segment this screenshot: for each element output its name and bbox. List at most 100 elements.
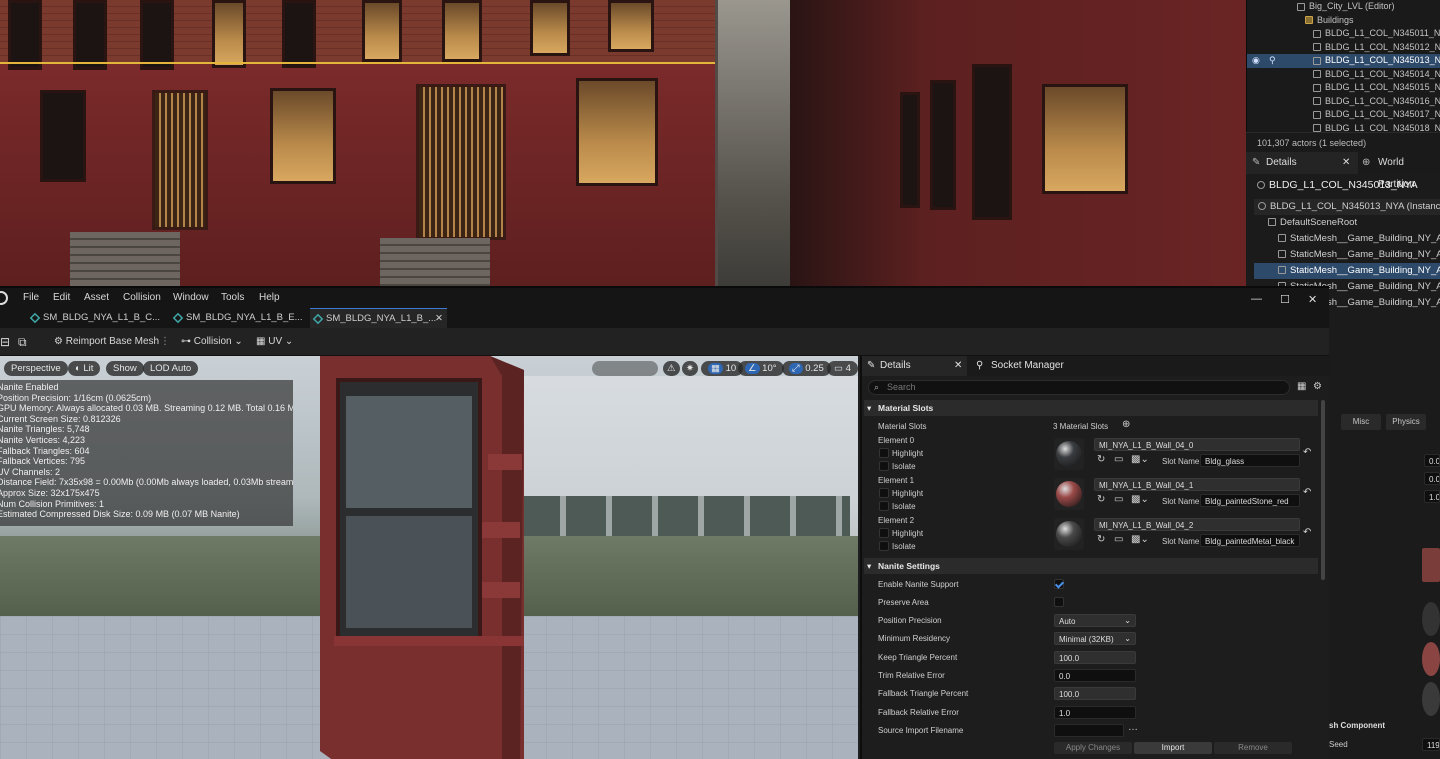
highlight-checkbox[interactable]	[879, 488, 889, 498]
position-precision-select[interactable]: Auto ⌄	[1054, 614, 1136, 627]
isolate-checkbox[interactable]	[879, 461, 889, 471]
value-field[interactable]: 1.0	[1424, 490, 1440, 503]
source-import-filename-field[interactable]	[1054, 724, 1124, 737]
coordinate-icon[interactable]: ✷	[682, 361, 698, 376]
lod-button[interactable]: LOD Auto	[143, 361, 199, 376]
preserve-area-checkbox[interactable]	[1054, 597, 1064, 607]
material-picker[interactable]: MI_NYA_L1_B_Wall_04_2	[1094, 518, 1300, 531]
maximize-icon[interactable]: ☐	[1280, 293, 1290, 306]
settings-gear-icon[interactable]: ⚙	[1313, 382, 1322, 392]
menu-collision[interactable]: Collision	[123, 288, 161, 308]
visibility-eye-icon[interactable]: ◉	[1252, 54, 1260, 68]
keep-triangle-percent-field[interactable]: 100.0	[1054, 651, 1136, 664]
tab-details[interactable]: ✎ Details ✕	[1246, 152, 1358, 174]
uv-button[interactable]: ▦ UV ⌄	[256, 332, 293, 352]
component-staticmesh[interactable]: StaticMesh__Game_Building_NY_A_	[1254, 231, 1440, 247]
section-nanite-settings[interactable]: ▾ Nanite Settings	[864, 558, 1318, 574]
browse-folder-icon[interactable]: ▭	[1114, 455, 1123, 465]
reset-arrow-icon[interactable]: ↶	[1303, 528, 1311, 538]
save-icon[interactable]: ⊟	[0, 332, 10, 352]
outliner-item[interactable]: BLDG_L1_COL_N345016_NY	[1247, 95, 1440, 109]
menu-edit[interactable]: Edit	[53, 288, 70, 308]
outliner-item-selected[interactable]: ◉ ⚲ BLDG_L1_COL_N345013_NY	[1247, 54, 1440, 68]
outliner-item[interactable]: BLDG_L1_COL_N345015_NY	[1247, 81, 1440, 95]
scale-snap[interactable]: ⤢ 0.25	[782, 361, 831, 376]
component-staticmesh[interactable]: StaticMesh__Game_Building_NY_A_	[1254, 247, 1440, 263]
outliner-item[interactable]: BLDG_L1_COL_N345012_NY	[1247, 41, 1440, 55]
more-options-icon[interactable]: ⋮	[160, 332, 170, 352]
material-thumbnail[interactable]	[1422, 682, 1440, 716]
use-selected-icon[interactable]: ↻	[1097, 535, 1105, 545]
apply-changes-button[interactable]: Apply Changes	[1054, 742, 1132, 754]
slot-name-field[interactable]: Bldg_paintedMetal_black	[1200, 534, 1300, 547]
value-field[interactable]: 0.0	[1424, 472, 1440, 485]
level-viewport[interactable]	[0, 0, 1246, 286]
filter-physics[interactable]: Physics	[1386, 414, 1426, 430]
browse-folder-icon[interactable]: ▭	[1114, 535, 1123, 545]
tab-socket-manager[interactable]: ⚲ Socket Manager	[973, 356, 1083, 376]
outliner-folder[interactable]: Buildings	[1247, 14, 1440, 28]
static-mesh-editor[interactable]: File Edit Asset Collision Window Tools H…	[0, 286, 1331, 759]
use-selected-icon[interactable]: ↻	[1097, 455, 1105, 465]
lit-button[interactable]: ◐ Lit	[68, 361, 101, 376]
reimport-button[interactable]: ⚙ Reimport Base Mesh	[54, 332, 159, 352]
close-icon[interactable]: ✕	[954, 356, 962, 376]
outliner-panel[interactable]: Big_City_LVL (Editor) Buildings BLDG_L1_…	[1246, 0, 1440, 152]
seed-field[interactable]: 119	[1422, 738, 1440, 751]
tab-asset[interactable]: SM_BLDG_NYA_L1_B_E...	[170, 308, 310, 328]
use-selected-icon[interactable]: ↻	[1097, 495, 1105, 505]
angle-snap[interactable]: ∠ 10°	[738, 361, 784, 376]
component-staticmesh-selected[interactable]: StaticMesh__Game_Building_NY_A_	[1254, 263, 1440, 279]
tab-world-partition[interactable]: ⊕ World Partition	[1358, 152, 1440, 190]
import-button[interactable]: Import	[1134, 742, 1212, 754]
material-thumbnail[interactable]	[1422, 602, 1440, 636]
pin-icon[interactable]: ⚲	[1269, 54, 1276, 68]
minimum-residency-select[interactable]: Minimal (32KB) ⌄	[1054, 632, 1136, 645]
scrollbar[interactable]	[1321, 400, 1325, 580]
fallback-triangle-percent-field[interactable]: 100.0	[1054, 687, 1136, 700]
material-options-icon[interactable]: ▩⌄	[1131, 535, 1149, 545]
material-thumbnail[interactable]	[1422, 642, 1440, 676]
transform-tools[interactable]	[592, 361, 658, 376]
show-button[interactable]: Show	[106, 361, 144, 376]
search-input[interactable]: ⌕ Search	[868, 380, 1290, 395]
outliner-item[interactable]: BLDG_L1_COL_N345017_NY	[1247, 108, 1440, 122]
isolate-checkbox[interactable]	[879, 501, 889, 511]
menu-tools[interactable]: Tools	[221, 288, 244, 308]
material-thumbnail[interactable]	[1054, 438, 1084, 470]
surface-snap-icon[interactable]: ⚠	[663, 361, 680, 376]
material-picker[interactable]: MI_NYA_L1_B_Wall_04_1	[1094, 478, 1300, 491]
menu-file[interactable]: File	[23, 288, 39, 308]
component-instance[interactable]: BLDG_L1_COL_N345013_NYA (Instance)	[1254, 199, 1440, 215]
close-icon[interactable]: ✕	[1342, 152, 1350, 174]
outliner-item[interactable]: BLDG_L1_COL_N345014_NY	[1247, 68, 1440, 82]
close-tab-icon[interactable]: ✕	[435, 309, 443, 329]
section-material-slots[interactable]: ▾ Material Slots	[864, 400, 1318, 416]
texture-thumbnail[interactable]	[1422, 548, 1440, 582]
material-thumbnail[interactable]	[1054, 518, 1084, 550]
value-field[interactable]: 0.0	[1424, 454, 1440, 467]
tab-asset-active[interactable]: SM_BLDG_NYA_L1_B_... ✕	[310, 308, 447, 328]
browse-folder-icon[interactable]: ▭	[1114, 495, 1123, 505]
slot-name-field[interactable]: Bldg_paintedStone_red	[1200, 494, 1300, 507]
minimize-icon[interactable]: —	[1251, 293, 1262, 305]
perspective-button[interactable]: Perspective	[4, 361, 68, 376]
more-icon[interactable]: …	[1128, 723, 1138, 733]
outliner-level[interactable]: Big_City_LVL (Editor)	[1247, 0, 1440, 14]
outliner-item[interactable]: BLDG_L1_COL_N345011_NY	[1247, 27, 1440, 41]
highlight-checkbox[interactable]	[879, 448, 889, 458]
grid-snap[interactable]: ▦ 10	[701, 361, 744, 376]
component-root[interactable]: DefaultSceneRoot	[1254, 215, 1440, 231]
remove-button[interactable]: Remove	[1214, 742, 1292, 754]
menu-asset[interactable]: Asset	[84, 288, 109, 308]
highlight-checkbox[interactable]	[879, 528, 889, 538]
filter-misc[interactable]: Misc	[1341, 414, 1381, 430]
add-slot-icon[interactable]: ⊕	[1122, 420, 1130, 430]
isolate-checkbox[interactable]	[879, 541, 889, 551]
camera-speed[interactable]: ▭ 4	[827, 361, 858, 376]
material-picker[interactable]: MI_NYA_L1_B_Wall_04_0	[1094, 438, 1300, 451]
slot-name-field[interactable]: Bldg_glass	[1200, 454, 1300, 467]
close-window-icon[interactable]: ✕	[1308, 293, 1317, 306]
fallback-relative-error-field[interactable]: 1.0	[1054, 706, 1136, 719]
enable-nanite-checkbox[interactable]	[1054, 579, 1064, 589]
